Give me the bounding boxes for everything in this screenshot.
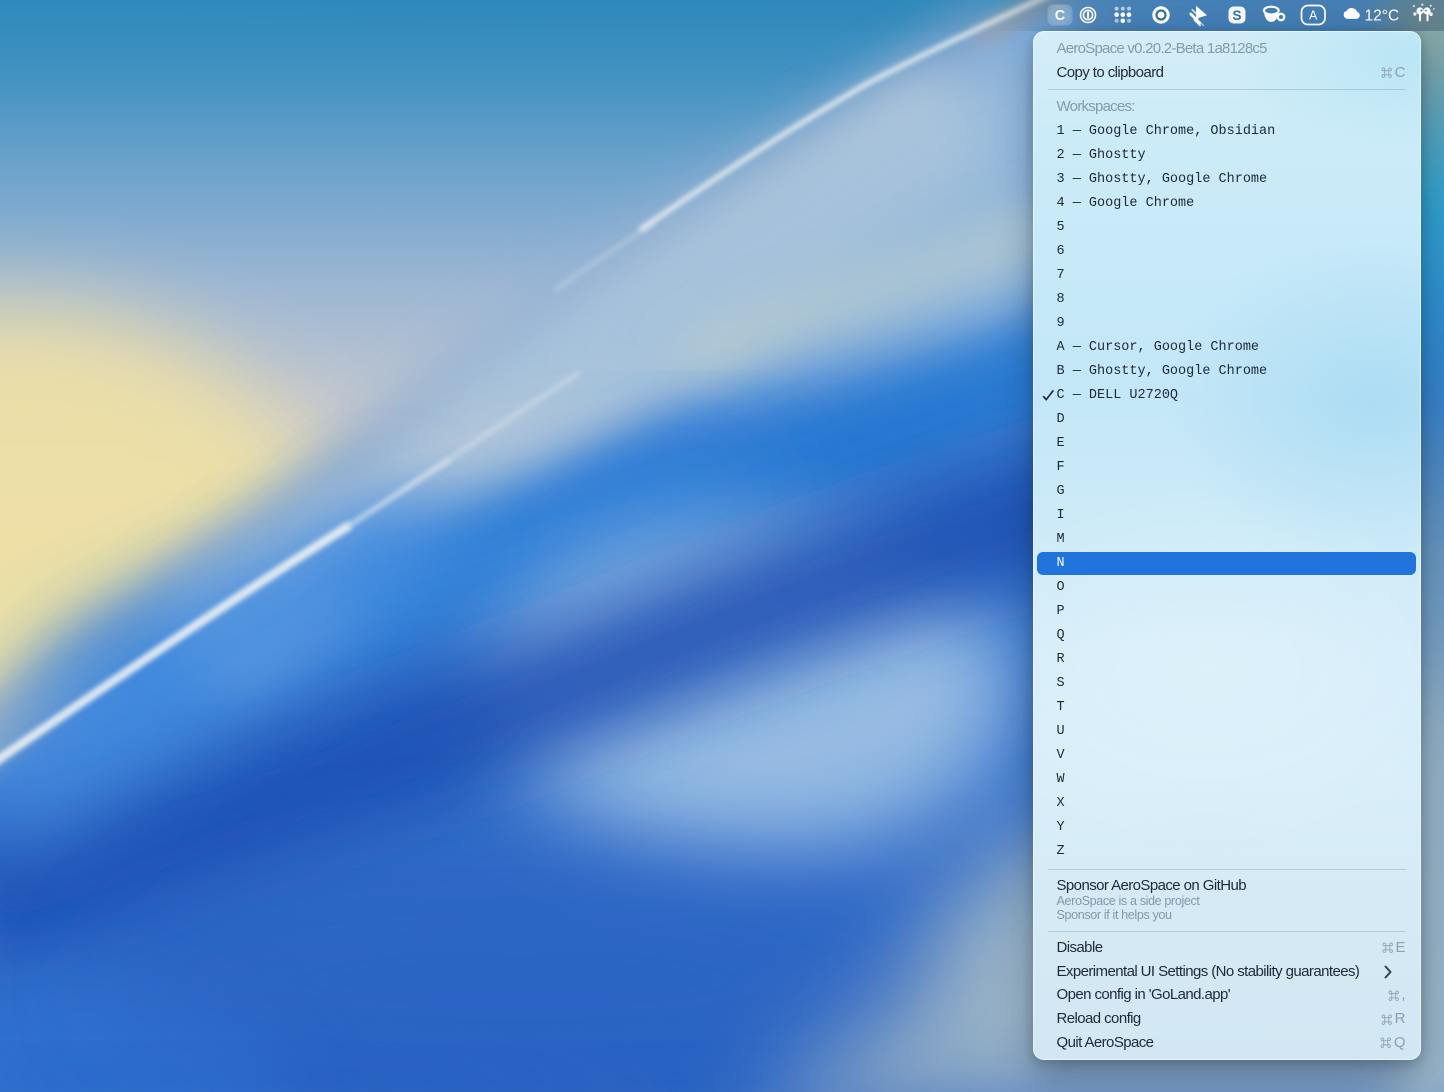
svg-text:S: S xyxy=(1232,8,1241,23)
svg-text:C: C xyxy=(1055,8,1066,24)
svg-text:A: A xyxy=(1309,9,1318,23)
svg-text:12°C: 12°C xyxy=(1365,7,1400,24)
